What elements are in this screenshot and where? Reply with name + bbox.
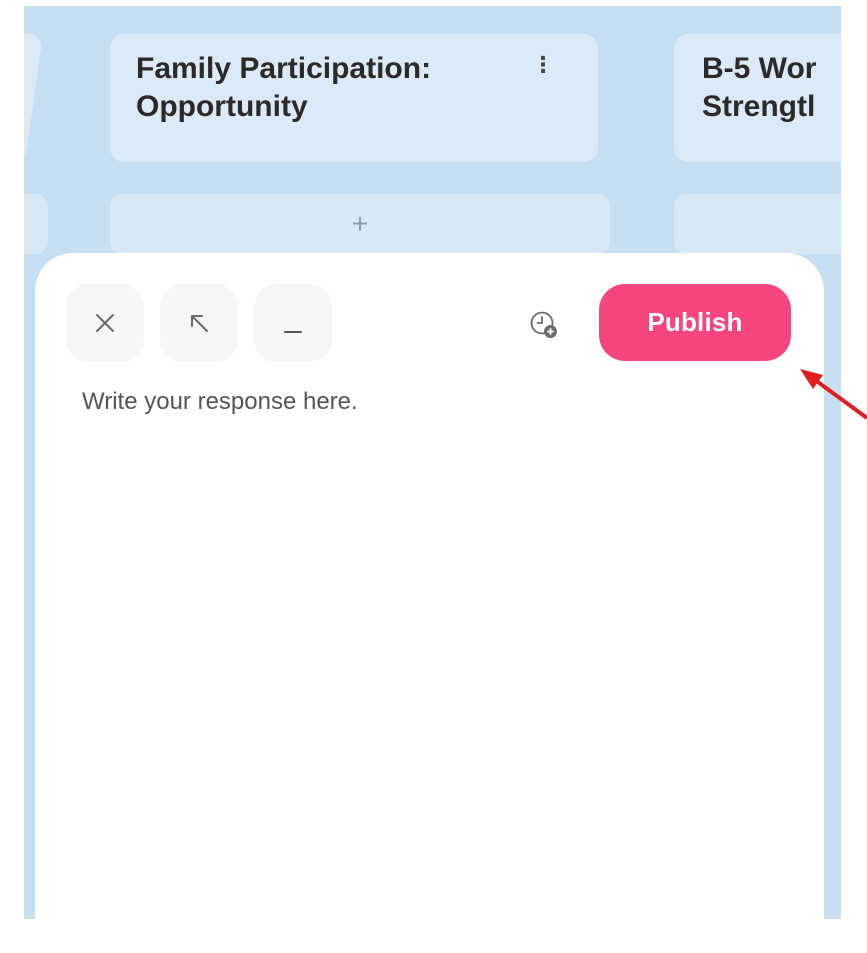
close-icon	[96, 314, 114, 332]
column-title-line-1: Family Participation:	[136, 52, 432, 85]
more-vertical-icon[interactable]: ⋮	[532, 54, 554, 76]
clock-plus-icon[interactable]	[529, 310, 559, 340]
minimize-button[interactable]	[254, 284, 332, 362]
plus-icon: +	[351, 208, 369, 239]
add-post-button[interactable]: +	[110, 194, 610, 254]
add-post-button-previous[interactable]	[24, 194, 48, 254]
add-post-button-next[interactable]	[674, 194, 841, 254]
post-composer: Publish	[35, 253, 824, 953]
column-header-family-participation[interactable]: Family Participation: Opportunity ⋮	[110, 34, 598, 162]
column-header-b5[interactable]: B-5 Wor Strengtl	[674, 34, 841, 162]
minimize-icon	[284, 331, 302, 333]
close-button[interactable]	[66, 284, 144, 362]
column-title-line-2: Opportunity	[136, 90, 308, 124]
publish-button[interactable]: Publish	[599, 284, 791, 361]
expand-button[interactable]	[160, 284, 238, 362]
arrow-up-left-icon	[191, 315, 208, 332]
column-header-previous[interactable]	[24, 34, 43, 162]
column-title-line-1: B-5 Wor	[702, 52, 817, 85]
column-title-line-2: Strengtl	[702, 90, 816, 124]
response-input[interactable]	[82, 388, 782, 908]
